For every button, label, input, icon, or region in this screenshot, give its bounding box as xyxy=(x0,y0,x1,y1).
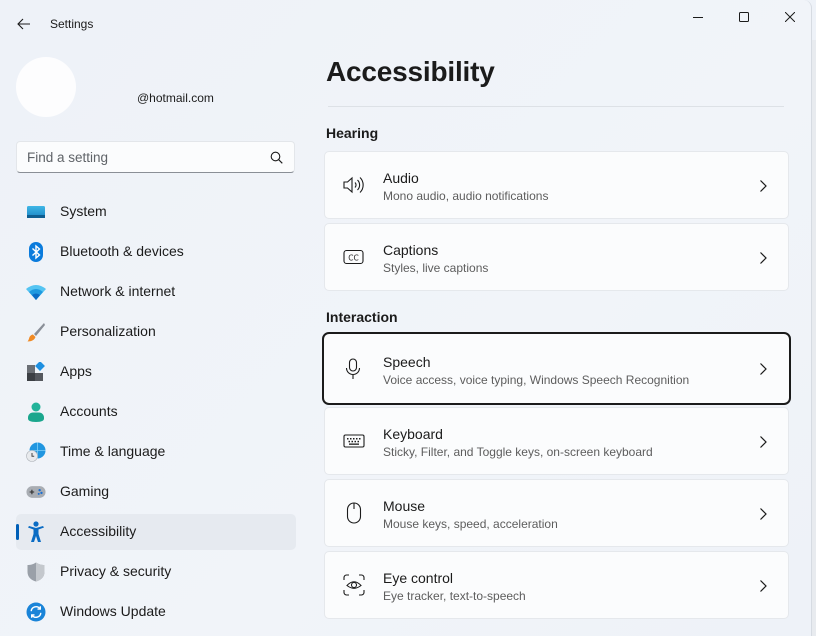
sidebar-item-accounts[interactable]: Accounts xyxy=(16,394,296,430)
svg-text:CC: CC xyxy=(348,254,358,263)
person-icon xyxy=(26,402,46,422)
settings-card-mouse[interactable]: Mouse Mouse keys, speed, acceleration xyxy=(324,479,789,547)
chevron-right-icon xyxy=(760,580,767,592)
sidebar-nav: System Bluetooth & devices Network & int… xyxy=(16,194,296,634)
minimize-icon xyxy=(693,17,703,18)
section-heading-interaction: Interaction xyxy=(326,309,398,325)
page-title: Accessibility xyxy=(326,56,495,87)
sidebar-item-label: Personalization xyxy=(60,323,156,339)
title-bar: Settings xyxy=(0,0,812,48)
wifi-icon xyxy=(26,282,46,302)
close-button[interactable] xyxy=(767,4,813,30)
sidebar-item-label: Windows Update xyxy=(60,603,166,619)
sidebar-item-label: Network & internet xyxy=(60,283,176,299)
close-icon xyxy=(785,12,795,22)
card-subtitle: Sticky, Filter, and Toggle keys, on-scre… xyxy=(383,445,653,459)
eye-control-icon xyxy=(343,574,365,596)
apps-icon xyxy=(26,362,46,382)
card-title: Keyboard xyxy=(383,426,443,442)
system-icon xyxy=(26,202,46,222)
card-subtitle: Voice access, voice typing, Windows Spee… xyxy=(383,373,690,387)
sidebar-item-accessibility[interactable]: Accessibility xyxy=(16,514,296,550)
update-icon xyxy=(26,602,46,622)
sidebar-item-label: Bluetooth & devices xyxy=(60,243,184,259)
sidebar-item-personalization[interactable]: Personalization xyxy=(16,314,296,350)
settings-card-keyboard[interactable]: Keyboard Sticky, Filter, and Toggle keys… xyxy=(324,407,789,475)
avatar[interactable] xyxy=(16,57,76,117)
back-button[interactable] xyxy=(10,12,38,36)
sidebar-item-label: Accounts xyxy=(60,403,118,419)
bluetooth-icon xyxy=(26,242,46,262)
card-title: Captions xyxy=(383,242,439,258)
sidebar-item-label: Gaming xyxy=(60,483,110,499)
settings-card-eye-control[interactable]: Eye control Eye tracker, text-to-speech xyxy=(324,551,789,619)
sidebar-item-time-language[interactable]: Time & language xyxy=(16,434,296,470)
card-title: Eye control xyxy=(383,570,454,586)
sidebar-item-bluetooth[interactable]: Bluetooth & devices xyxy=(16,234,296,270)
section-heading-hearing: Hearing xyxy=(326,125,379,141)
closed-captions-icon: CC xyxy=(343,246,365,268)
settings-card-captions[interactable]: CC Captions Styles, live captions xyxy=(324,223,789,291)
microphone-icon xyxy=(342,358,364,380)
sidebar-item-label: Apps xyxy=(60,363,92,379)
chevron-right-icon xyxy=(760,252,767,264)
sidebar-item-privacy-security[interactable]: Privacy & security xyxy=(16,554,296,590)
settings-card-speech[interactable]: Speech Voice access, voice typing, Windo… xyxy=(322,332,791,405)
paintbrush-icon xyxy=(26,322,46,342)
chevron-right-icon xyxy=(760,436,767,448)
sidebar-item-label: Accessibility xyxy=(60,523,137,539)
keyboard-icon xyxy=(343,430,365,452)
chevron-right-icon xyxy=(760,363,767,375)
card-title: Speech xyxy=(383,354,431,370)
settings-window: Settings @hotmail.com System xyxy=(0,0,812,636)
card-title: Mouse xyxy=(383,498,426,514)
sidebar-item-network[interactable]: Network & internet xyxy=(16,274,296,310)
speaker-icon xyxy=(343,174,365,196)
sidebar-item-label: System xyxy=(60,203,107,219)
card-subtitle: Mono audio, audio notifications xyxy=(383,189,549,203)
sidebar-item-system[interactable]: System xyxy=(16,194,296,230)
scrollbar[interactable] xyxy=(812,40,816,636)
sidebar-item-label: Privacy & security xyxy=(60,563,172,579)
minimize-button[interactable] xyxy=(675,4,721,30)
card-subtitle: Eye tracker, text-to-speech xyxy=(383,589,526,603)
account-email: @hotmail.com xyxy=(137,91,214,105)
card-subtitle: Styles, live captions xyxy=(383,261,489,275)
sidebar-item-windows-update[interactable]: Windows Update xyxy=(16,594,296,630)
globe-clock-icon xyxy=(26,442,46,462)
divider xyxy=(328,106,784,107)
accessibility-icon xyxy=(26,521,46,542)
maximize-button[interactable] xyxy=(721,4,767,30)
chevron-right-icon xyxy=(760,508,767,520)
chevron-right-icon xyxy=(760,180,767,192)
search-icon[interactable] xyxy=(268,149,284,165)
mouse-icon xyxy=(343,502,365,524)
app-title: Settings xyxy=(50,17,94,31)
maximize-icon xyxy=(739,12,749,22)
card-subtitle: Mouse keys, speed, acceleration xyxy=(383,517,558,531)
back-arrow-icon xyxy=(17,18,30,30)
sidebar-item-gaming[interactable]: Gaming xyxy=(16,474,296,510)
sidebar-item-label: Time & language xyxy=(60,443,166,459)
selection-indicator xyxy=(16,524,19,540)
settings-card-audio[interactable]: Audio Mono audio, audio notifications xyxy=(324,151,789,219)
card-title: Audio xyxy=(383,170,419,186)
search-input[interactable] xyxy=(27,149,268,165)
sidebar-item-apps[interactable]: Apps xyxy=(16,354,296,390)
shield-icon xyxy=(26,562,46,582)
search-box[interactable] xyxy=(16,141,295,173)
gamepad-icon xyxy=(26,482,46,502)
